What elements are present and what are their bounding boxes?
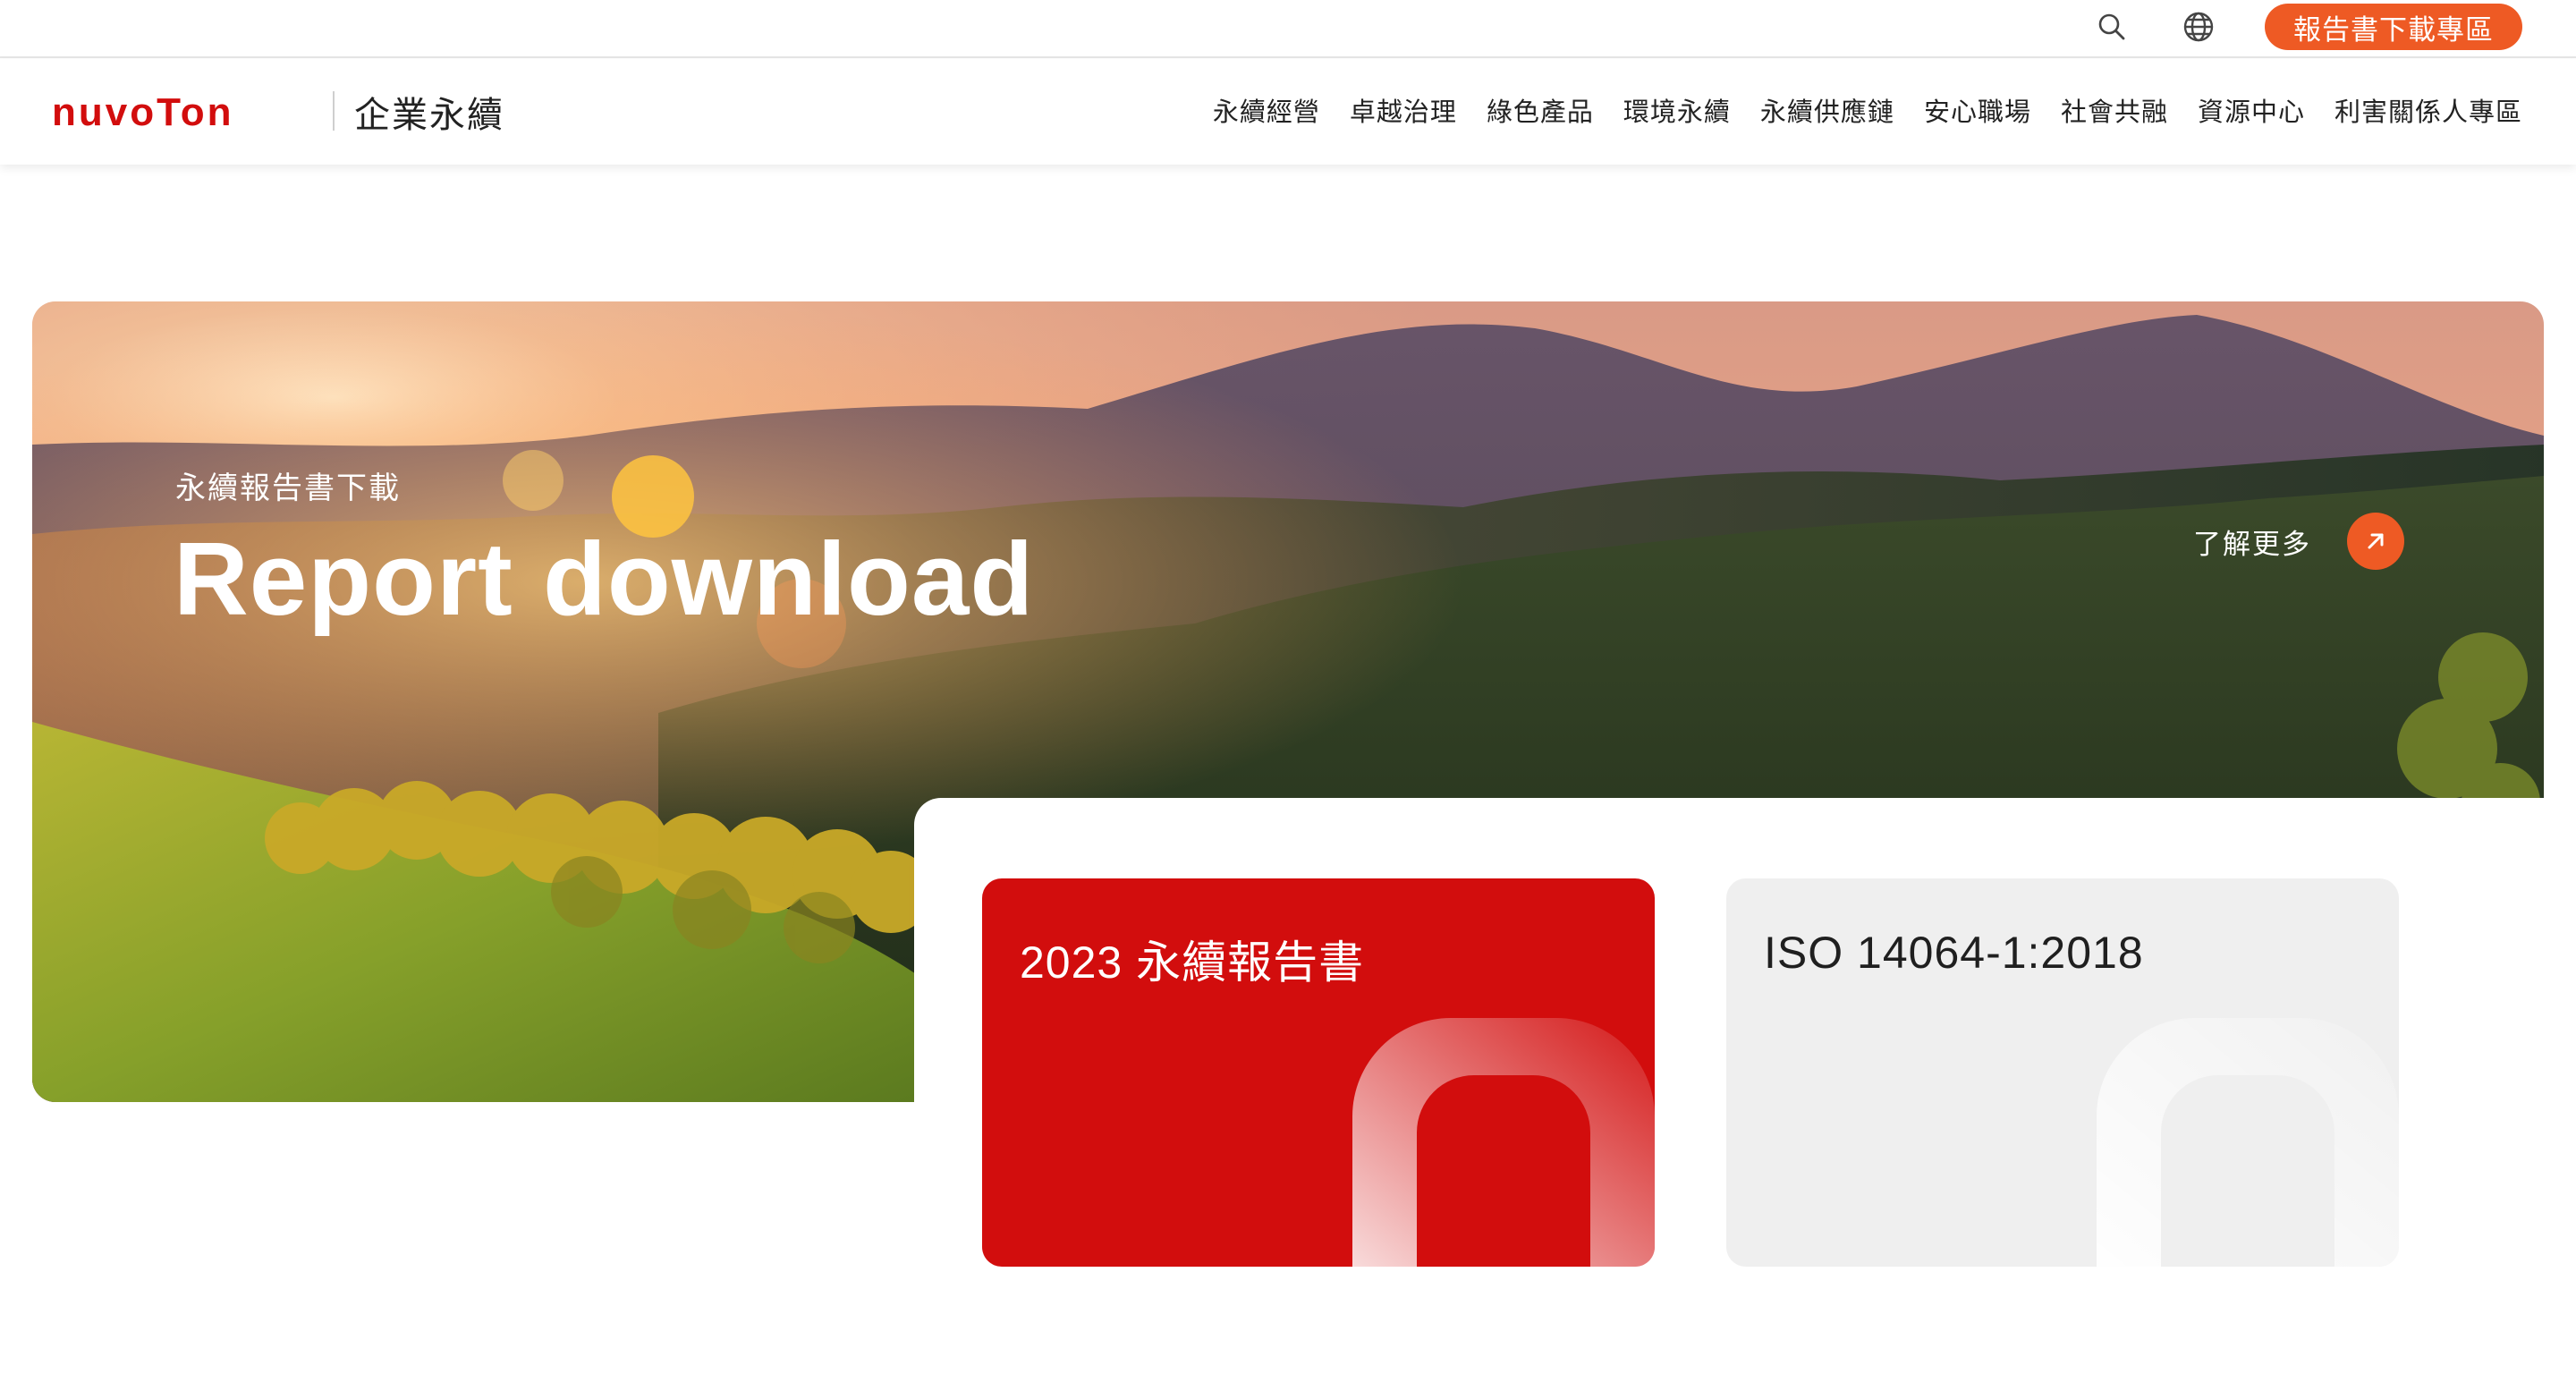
nav-item-workplace[interactable]: 安心職場 (1924, 91, 2031, 129)
logo-text: nuvoTon (52, 95, 233, 132)
arrow-up-right-icon[interactable] (2347, 513, 2404, 570)
report-download-button[interactable]: 報告書下載專區 (2265, 4, 2522, 50)
n-logo-mark-icon (1352, 1018, 1655, 1267)
iso-14064-card[interactable]: ISO 14064-1:2018 (1726, 878, 2399, 1267)
hero-title: Report download (174, 521, 1035, 637)
nav-item-governance[interactable]: 卓越治理 (1350, 91, 1457, 129)
nuvoton-logo[interactable]: nuvoTon (52, 95, 313, 132)
main-nav: 永續經營 卓越治理 綠色產品 環境永續 永續供應鏈 安心職場 社會共融 資源中心… (1213, 91, 2522, 129)
n-logo-mark-icon (2097, 1018, 2399, 1267)
section-title[interactable]: 企業永續 (354, 86, 504, 138)
nav-item-resources[interactable]: 資源中心 (2198, 91, 2305, 129)
nav-item-supply-chain[interactable]: 永續供應鏈 (1760, 91, 1894, 129)
nav-item-stakeholders[interactable]: 利害關係人專區 (2334, 91, 2522, 129)
nav-item-social[interactable]: 社會共融 (2061, 91, 2168, 129)
learn-more-label: 了解更多 (2193, 528, 2311, 560)
card-title: ISO 14064-1:2018 (1764, 928, 2144, 978)
hero-subtitle: 永續報告書下載 (175, 471, 401, 505)
card-title: 2023 永續報告書 (1020, 937, 1365, 988)
nav-item-sustainable-operation[interactable]: 永續經營 (1213, 91, 1320, 129)
logo-divider (333, 91, 335, 131)
main-header: nuvoTon 企業永續 永續經營 卓越治理 綠色產品 環境永續 永續供應鏈 安… (0, 59, 2576, 165)
report-card-2023[interactable]: 2023 永續報告書 (982, 878, 1655, 1267)
nav-item-environment[interactable]: 環境永續 (1623, 91, 1731, 129)
search-icon[interactable] (2096, 11, 2128, 43)
utility-bar: 報告書下載專區 (0, 0, 2576, 58)
nav-item-green-products[interactable]: 綠色產品 (1487, 91, 1594, 129)
learn-more-link[interactable]: 了解更多 (2193, 513, 2404, 570)
globe-icon[interactable] (2182, 11, 2215, 43)
